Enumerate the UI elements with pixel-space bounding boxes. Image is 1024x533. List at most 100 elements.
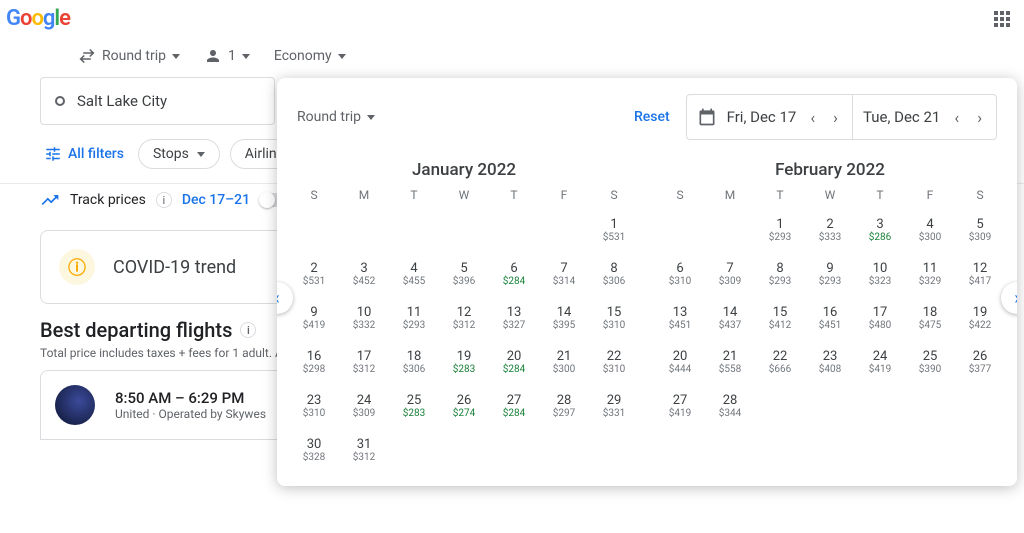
calendar-day[interactable]: 5$309 bbox=[955, 208, 1005, 252]
calendar-day[interactable]: 20$444 bbox=[655, 340, 705, 384]
calendar-day[interactable]: 9$419 bbox=[289, 296, 339, 340]
day-number: 3 bbox=[360, 261, 367, 276]
calendar-day[interactable]: 25$390 bbox=[905, 340, 955, 384]
calendar-day[interactable]: 18$306 bbox=[389, 340, 439, 384]
day-price: $377 bbox=[969, 364, 991, 375]
calendar-day[interactable]: 9$293 bbox=[805, 252, 855, 296]
cabin-selector[interactable]: Economy bbox=[274, 48, 346, 64]
person-icon bbox=[204, 47, 222, 65]
calendar-day[interactable]: 19$422 bbox=[955, 296, 1005, 340]
calendar-day[interactable]: 20$284 bbox=[489, 340, 539, 384]
popup-trip-selector[interactable]: Round trip bbox=[297, 109, 375, 125]
calendar-day[interactable]: 22$666 bbox=[755, 340, 805, 384]
info-icon[interactable]: i bbox=[240, 322, 256, 338]
day-number: 4 bbox=[410, 261, 417, 276]
day-price: $531 bbox=[303, 276, 325, 287]
calendar-day[interactable]: 10$332 bbox=[339, 296, 389, 340]
calendar-day[interactable]: 7$314 bbox=[539, 252, 589, 296]
calendar-day[interactable]: 27$419 bbox=[655, 384, 705, 428]
calendar-day[interactable]: 12$312 bbox=[439, 296, 489, 340]
calendar-day[interactable]: 28$297 bbox=[539, 384, 589, 428]
track-prices-label: Track prices bbox=[70, 192, 146, 208]
calendar-day[interactable]: 3$286 bbox=[855, 208, 905, 252]
calendar-day[interactable]: 31$312 bbox=[339, 428, 389, 472]
day-number: 22 bbox=[773, 349, 788, 364]
calendar-day[interactable]: 2$333 bbox=[805, 208, 855, 252]
origin-input[interactable]: Salt Lake City bbox=[40, 77, 275, 125]
day-number: 28 bbox=[723, 393, 738, 408]
day-number: 20 bbox=[673, 349, 688, 364]
return-prev-icon[interactable]: ‹ bbox=[950, 108, 963, 127]
day-price: $284 bbox=[503, 276, 525, 287]
passengers-selector[interactable]: 1 bbox=[204, 47, 250, 65]
calendar-day[interactable]: 30$328 bbox=[289, 428, 339, 472]
calendar-day[interactable]: 1$531 bbox=[589, 208, 639, 252]
calendar-day[interactable]: 14$437 bbox=[705, 296, 755, 340]
calendar-day[interactable]: 25$283 bbox=[389, 384, 439, 428]
reset-button[interactable]: Reset bbox=[634, 109, 670, 125]
calendar-day[interactable]: 24$309 bbox=[339, 384, 389, 428]
day-price: $310 bbox=[603, 320, 625, 331]
all-filters-button[interactable]: All filters bbox=[40, 139, 128, 169]
day-price: $666 bbox=[769, 364, 791, 375]
depart-prev-icon[interactable]: ‹ bbox=[806, 108, 819, 127]
calendar-day[interactable]: 27$284 bbox=[489, 384, 539, 428]
google-logo[interactable]: Google bbox=[6, 6, 70, 31]
calendar-day[interactable]: 29$331 bbox=[589, 384, 639, 428]
calendar-day[interactable]: 26$274 bbox=[439, 384, 489, 428]
day-number: 9 bbox=[826, 261, 833, 276]
calendar-day[interactable]: 28$344 bbox=[705, 384, 755, 428]
day-price: $297 bbox=[553, 408, 575, 419]
origin-marker-icon bbox=[55, 96, 65, 106]
calendar-day[interactable]: 22$310 bbox=[589, 340, 639, 384]
depart-date-cell[interactable]: Fri, Dec 17 ‹ › bbox=[687, 95, 853, 139]
info-icon[interactable]: i bbox=[156, 192, 172, 208]
calendar-day[interactable]: 6$310 bbox=[655, 252, 705, 296]
apps-grid-icon[interactable] bbox=[994, 11, 1010, 27]
day-price: $314 bbox=[553, 276, 575, 287]
calendar-day[interactable]: 4$300 bbox=[905, 208, 955, 252]
calendar-day[interactable]: 24$419 bbox=[855, 340, 905, 384]
day-price: $452 bbox=[353, 276, 375, 287]
calendar-day[interactable]: 19$283 bbox=[439, 340, 489, 384]
calendar-day[interactable]: 5$396 bbox=[439, 252, 489, 296]
calendar-day[interactable]: 15$310 bbox=[589, 296, 639, 340]
depart-next-icon[interactable]: › bbox=[829, 108, 842, 127]
calendar-day[interactable]: 17$480 bbox=[855, 296, 905, 340]
calendar-day[interactable]: 4$455 bbox=[389, 252, 439, 296]
calendar-day[interactable]: 11$293 bbox=[389, 296, 439, 340]
calendar-day[interactable]: 13$327 bbox=[489, 296, 539, 340]
return-date-cell[interactable]: Tue, Dec 21 ‹ › bbox=[853, 95, 996, 139]
calendar-day[interactable]: 3$452 bbox=[339, 252, 389, 296]
day-number: 2 bbox=[826, 217, 833, 232]
calendar-day[interactable]: 23$408 bbox=[805, 340, 855, 384]
calendar-day[interactable]: 16$451 bbox=[805, 296, 855, 340]
calendar-day[interactable]: 21$300 bbox=[539, 340, 589, 384]
day-number: 1 bbox=[776, 217, 783, 232]
calendar-day[interactable]: 1$293 bbox=[755, 208, 805, 252]
calendar-day[interactable]: 16$298 bbox=[289, 340, 339, 384]
calendar-day[interactable]: 7$309 bbox=[705, 252, 755, 296]
day-number: 17 bbox=[873, 305, 888, 320]
trip-type-selector[interactable]: Round trip bbox=[78, 47, 180, 65]
calendar-day[interactable]: 14$395 bbox=[539, 296, 589, 340]
calendar-day[interactable]: 12$417 bbox=[955, 252, 1005, 296]
calendar-day[interactable]: 13$451 bbox=[655, 296, 705, 340]
calendar-day[interactable]: 21$558 bbox=[705, 340, 755, 384]
calendar-day[interactable]: 6$284 bbox=[489, 252, 539, 296]
day-number: 6 bbox=[510, 261, 517, 276]
calendar-day[interactable]: 18$475 bbox=[905, 296, 955, 340]
return-next-icon[interactable]: › bbox=[973, 108, 986, 127]
calendar-day[interactable]: 15$412 bbox=[755, 296, 805, 340]
dow-label: M bbox=[339, 188, 389, 202]
calendar-day[interactable]: 17$312 bbox=[339, 340, 389, 384]
calendar-day[interactable]: 11$329 bbox=[905, 252, 955, 296]
calendar-day[interactable]: 10$323 bbox=[855, 252, 905, 296]
track-date-range[interactable]: Dec 17–21 bbox=[182, 192, 250, 208]
calendar-day[interactable]: 26$377 bbox=[955, 340, 1005, 384]
calendar-day[interactable]: 23$310 bbox=[289, 384, 339, 428]
calendar-day[interactable]: 2$531 bbox=[289, 252, 339, 296]
calendar-day[interactable]: 8$293 bbox=[755, 252, 805, 296]
stops-chip[interactable]: Stops bbox=[138, 139, 220, 169]
calendar-day[interactable]: 8$306 bbox=[589, 252, 639, 296]
